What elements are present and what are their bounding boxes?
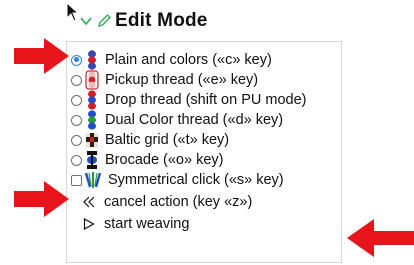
start-weaving-label: start weaving (104, 216, 190, 232)
annotation-arrow-left-icon (347, 219, 414, 257)
radio-brocade[interactable] (71, 154, 82, 166)
double-chevron-left-icon (83, 196, 95, 208)
mode-label: Drop thread (shift on PU mode) (105, 92, 307, 108)
cancel-action-label: cancel action (key «z») (104, 194, 253, 210)
annotation-arrow-right-icon (14, 181, 69, 217)
brocade-icon (87, 151, 97, 169)
edit-mode-header[interactable]: Edit Mode (80, 6, 208, 36)
radio-baltic-grid[interactable] (71, 134, 82, 146)
symmetrical-click-checkbox[interactable] (71, 174, 82, 186)
mode-label: Baltic grid («t» key) (105, 132, 230, 148)
page-title: Edit Mode (115, 10, 208, 31)
baltic-grid-icon (86, 133, 98, 147)
chevron-down-icon[interactable] (80, 15, 92, 27)
mode-label: Plain and colors («c» key) (105, 52, 272, 68)
radio-drop[interactable] (71, 94, 82, 106)
symmetrical-click-label: Symmetrical click («s» key) (108, 172, 284, 188)
mode-label: Brocade («o» key) (105, 152, 224, 168)
radio-plain-colors[interactable] (71, 54, 82, 66)
pencil-icon (98, 14, 111, 27)
dual-color-thread-icon (88, 110, 96, 130)
radio-pickup[interactable] (71, 74, 82, 86)
symmetry-icon (84, 172, 102, 188)
radio-dual-color[interactable] (71, 114, 82, 126)
plain-colors-thread-icon (88, 50, 96, 70)
drop-thread-icon (88, 90, 96, 110)
play-triangle-icon (83, 218, 95, 230)
pickup-thread-icon (85, 70, 99, 90)
start-weaving-button[interactable]: start weaving (71, 212, 189, 236)
mouse-cursor-icon (66, 2, 80, 22)
mode-label: Pickup thread («e» key) (105, 72, 259, 88)
symmetrical-click-option[interactable]: Symmetrical click («s» key) (71, 168, 284, 192)
cancel-action-button[interactable]: cancel action (key «z») (71, 190, 252, 214)
annotation-arrow-right-icon (14, 38, 69, 74)
mode-label: Dual Color thread («d» key) (105, 112, 284, 128)
